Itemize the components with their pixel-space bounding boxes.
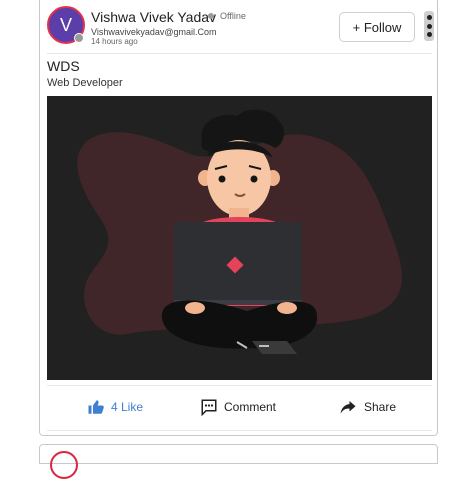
follow-button[interactable]: + Follow xyxy=(339,12,415,42)
comment-label: Comment xyxy=(224,400,277,414)
like-label: 4 Like xyxy=(111,400,144,414)
divider xyxy=(47,385,432,386)
post-image xyxy=(47,96,432,380)
status-dot-icon xyxy=(74,33,84,43)
post-card: V Vishwa Vivek Yadav Offline Vishwavivek… xyxy=(39,0,438,436)
offline-dot-icon xyxy=(208,13,214,19)
post-timestamp: 14 hours ago xyxy=(91,37,138,46)
author-name[interactable]: Vishwa Vivek Yadav xyxy=(91,9,216,25)
like-button[interactable]: 4 Like xyxy=(87,396,143,418)
post-subtitle: Web Developer xyxy=(47,77,123,89)
share-icon xyxy=(340,401,356,414)
more-options-icon[interactable] xyxy=(424,11,434,41)
comment-icon xyxy=(201,399,217,416)
comment-button[interactable]: Comment xyxy=(200,396,276,418)
avatar[interactable] xyxy=(50,451,78,479)
share-button[interactable]: Share xyxy=(338,396,396,418)
avatar-initial: V xyxy=(59,14,72,35)
developer-illustration-icon xyxy=(77,109,402,354)
status-text: Offline xyxy=(220,11,246,21)
thumbs-up-icon xyxy=(88,400,104,414)
post-title: WDS xyxy=(47,58,80,74)
share-label: Share xyxy=(364,400,397,414)
divider xyxy=(47,430,432,431)
post-header: V Vishwa Vivek Yadav Offline Vishwavivek… xyxy=(40,0,437,52)
divider xyxy=(47,53,432,54)
next-post-card xyxy=(39,444,438,479)
author-email: Vishwavivekyadav@gmail.Com xyxy=(91,27,217,37)
